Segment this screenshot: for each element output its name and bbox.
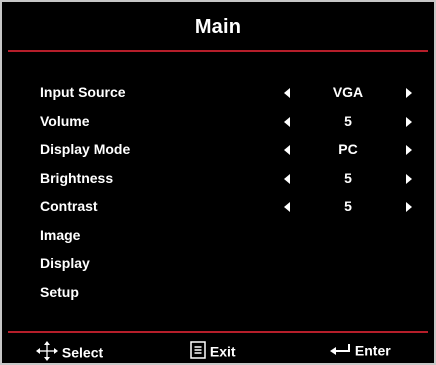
right-arrow-icon[interactable] [406, 116, 412, 127]
menu-item-volume[interactable]: Volume 5 [2, 109, 434, 138]
menu-item-label: Display [40, 255, 90, 271]
exit-hint: Exit [190, 341, 236, 362]
menu-item-label: Contrast [40, 198, 98, 214]
menu-item-value: 5 [344, 198, 352, 214]
select-hint: Select [36, 341, 103, 364]
left-arrow-icon[interactable] [284, 88, 290, 98]
menu-item-display-mode[interactable]: Display Mode PC [2, 137, 434, 166]
right-arrow-icon[interactable] [406, 88, 412, 98]
right-arrow-icon[interactable] [406, 145, 412, 155]
left-arrow-icon[interactable] [284, 145, 290, 155]
menu-item-brightness[interactable]: Brightness 5 [2, 166, 434, 195]
exit-label: Exit [209, 343, 236, 360]
osd-main-menu: Main Input Source VGA Volume 5 Display M… [0, 0, 436, 365]
menu-item-display[interactable]: Display [2, 251, 434, 280]
menu-list: Input Source VGA Volume 5 Display Mode P… [2, 80, 434, 308]
left-arrow-icon[interactable] [284, 173, 290, 184]
menu-item-label: Setup [40, 283, 79, 300]
menu-item-label: Display Mode [40, 141, 131, 157]
menu-icon [190, 341, 206, 362]
menu-item-contrast[interactable]: Contrast 5 [2, 194, 434, 223]
enter-arrow-icon [329, 342, 351, 359]
menu-item-value: VGA [332, 84, 364, 100]
enter-label: Enter [354, 342, 391, 359]
select-label: Select [61, 344, 104, 361]
menu-item-label: Image [40, 226, 81, 243]
menu-item-label: Input Source [40, 84, 126, 100]
footer-divider [8, 331, 428, 333]
menu-item-label: Volume [40, 112, 90, 129]
right-arrow-icon[interactable] [406, 202, 412, 212]
enter-hint: Enter [329, 341, 391, 359]
right-arrow-icon[interactable] [406, 173, 412, 184]
footer-hints: Select Exit Enter [2, 339, 434, 361]
menu-item-value: 5 [344, 112, 352, 129]
menu-item-value: 5 [344, 169, 352, 186]
title-divider [8, 50, 428, 52]
menu-item-label: Brightness [40, 169, 114, 186]
menu-item-value: PC [338, 141, 358, 157]
menu-item-input-source[interactable]: Input Source VGA [2, 80, 434, 109]
left-arrow-icon[interactable] [284, 116, 290, 127]
menu-title: Main [194, 16, 242, 38]
left-arrow-icon[interactable] [284, 202, 290, 212]
menu-item-setup[interactable]: Setup [2, 280, 434, 309]
four-way-arrows-icon [36, 341, 58, 364]
menu-item-image[interactable]: Image [2, 223, 434, 252]
